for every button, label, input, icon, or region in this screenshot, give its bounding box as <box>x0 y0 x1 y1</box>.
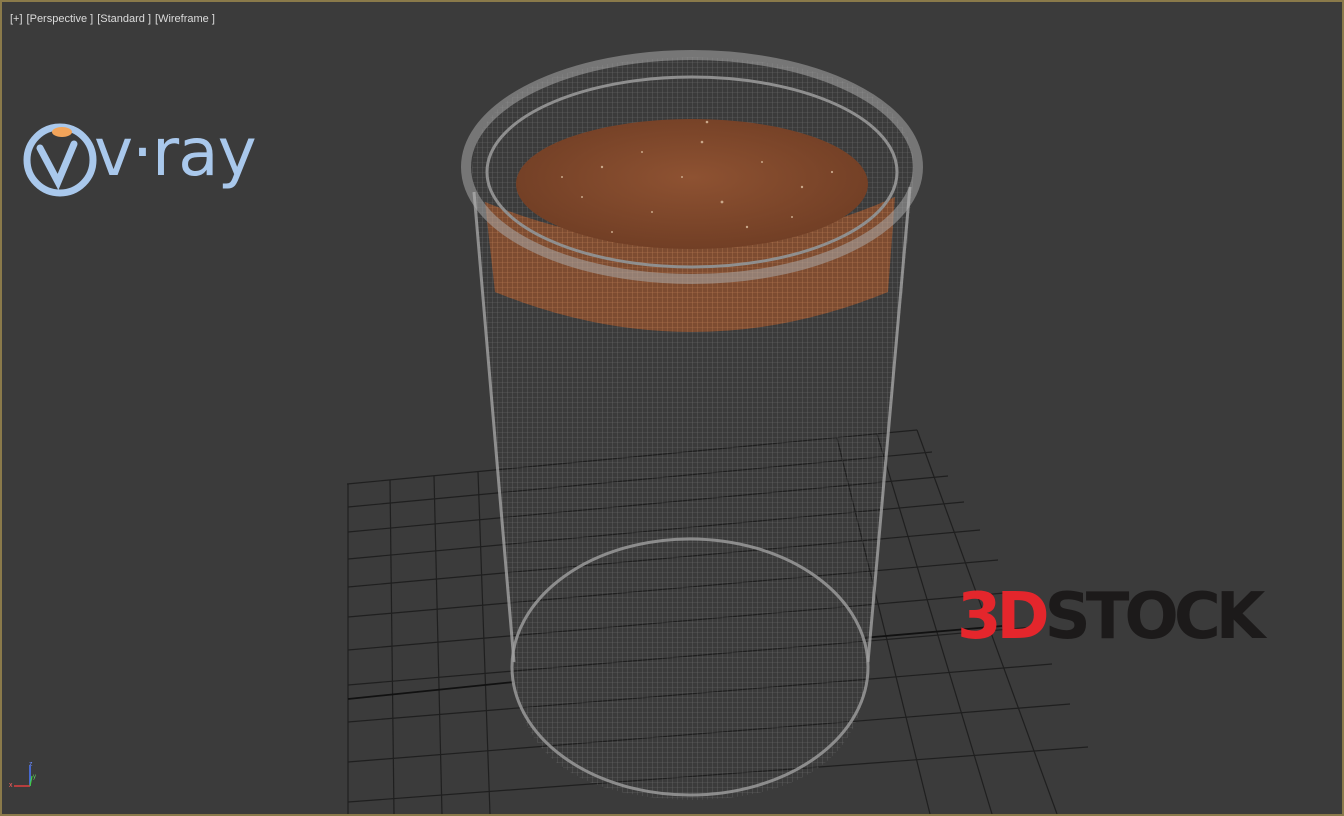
cork-top <box>516 119 868 249</box>
3dstock-watermark: 3DSTOCK <box>957 585 1265 649</box>
gizmo-x-label: x <box>9 782 13 789</box>
viewport-labels: [+] [Perspective ] [Standard ] [Wirefram… <box>10 13 215 25</box>
viewport-shading-label[interactable]: [Standard ] <box>97 13 151 25</box>
gizmo-z-label: z <box>29 761 33 768</box>
perspective-viewport[interactable]: [+] [Perspective ] [Standard ] [Wirefram… <box>0 0 1344 816</box>
viewport-view-label[interactable]: [Perspective ] <box>27 13 94 25</box>
viewport-mode-label[interactable]: [Wireframe ] <box>155 13 215 25</box>
gizmo-y-label: y <box>33 774 36 780</box>
vray-logo-text: v·ray <box>94 114 257 191</box>
axis-gizmo-icon: z y x <box>9 761 36 789</box>
viewport-menu-label[interactable]: [+] <box>10 13 23 25</box>
3dstock-part-stock: STOCK <box>1044 580 1266 654</box>
3dstock-part-3d: 3D <box>957 580 1050 654</box>
